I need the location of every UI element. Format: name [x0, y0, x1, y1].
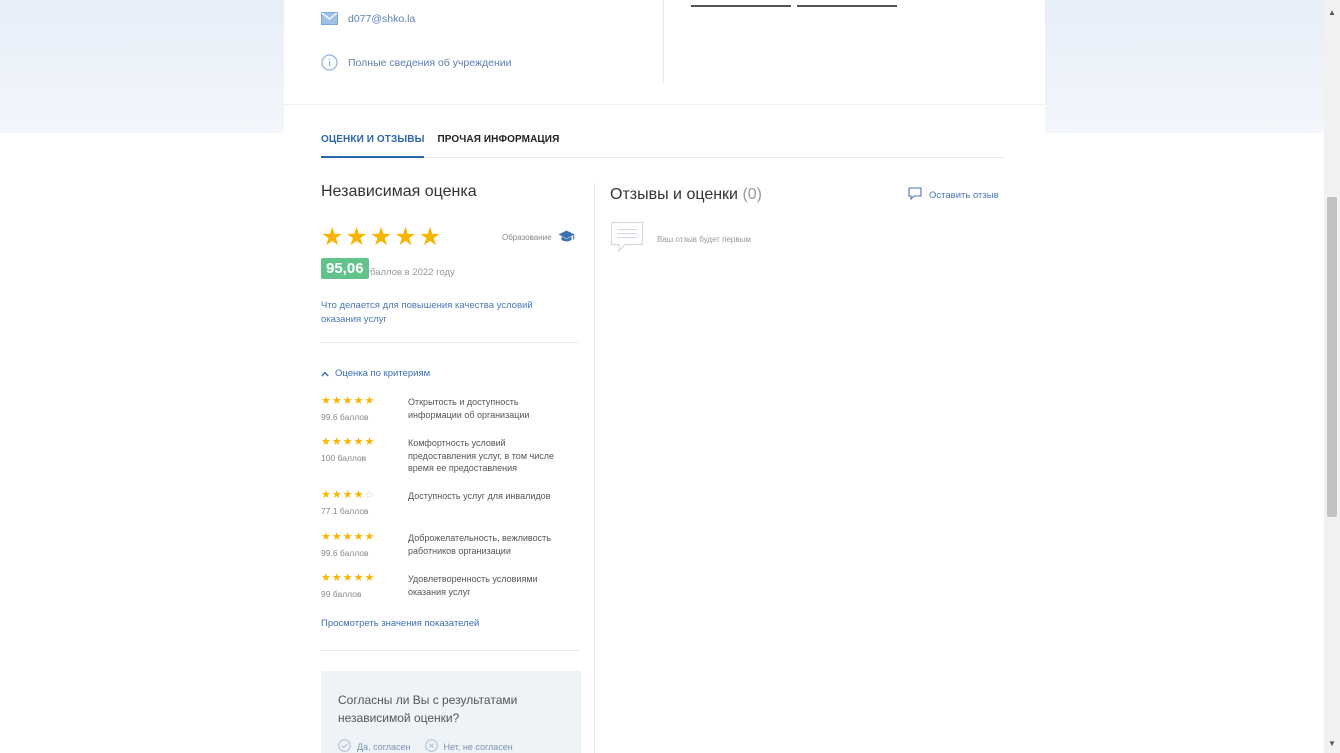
full-info-row[interactable]: Полные сведения об учреждении — [321, 54, 512, 71]
star-icon: ★ — [353, 489, 364, 501]
star-icon: ★ — [369, 223, 393, 251]
star-icon: ★ — [364, 395, 375, 407]
vertical-scrollbar[interactable]: ▲ ▼ — [1324, 0, 1340, 753]
agree-no-option[interactable]: Нет, не согласен — [424, 739, 513, 753]
check-circle-icon — [338, 739, 351, 753]
agree-no-label: Нет, не согласен — [443, 741, 513, 752]
star-icon: ★ — [342, 395, 353, 407]
criterion-stars: ★ ★ ★ ★ ★ — [321, 396, 374, 407]
agree-yes-option[interactable]: Да, согласен — [338, 739, 411, 753]
agree-options: Да, согласен Нет, не согласен — [338, 739, 513, 753]
criteria-toggle[interactable]: Оценка по критериям — [321, 368, 430, 379]
tab-other-info[interactable]: ПРОЧАЯ ИНФОРМАЦИЯ — [437, 133, 559, 158]
star-icon: ★ — [364, 572, 375, 584]
independent-rating-panel: Независимая оценка ★ ★ ★ ★ ★ Образование… — [321, 183, 581, 753]
scroll-up-arrow-icon[interactable]: ▲ — [1324, 5, 1340, 21]
divider — [321, 650, 579, 651]
full-info-link[interactable]: Полные сведения об учреждении — [348, 57, 512, 69]
star-icon: ★ — [321, 223, 344, 251]
criterion-points: 99 баллов — [321, 589, 362, 599]
star-icon: ★ — [321, 395, 331, 407]
agree-box: Согласны ли Вы с результатами независимо… — [321, 671, 581, 753]
cropped-map-edge — [691, 5, 897, 7]
star-icon: ★ — [321, 436, 331, 448]
graduation-cap-icon — [558, 230, 575, 245]
criterion-name: Доброжелательность, вежливость работнико… — [408, 533, 551, 556]
star-icon: ★ — [331, 436, 342, 448]
criteria-toggle-label: Оценка по критериям — [335, 368, 431, 379]
criterion-stars: ★ ★ ★ ★ ★ — [321, 437, 374, 448]
star-icon: ★ — [321, 489, 331, 501]
institution-page: d077@shko.la Полные сведения об учрежден… — [284, 0, 1045, 753]
star-icon: ★ — [353, 572, 364, 584]
agree-question: Согласны ли Вы с результатами независимо… — [338, 693, 518, 725]
score-badge: 95,06 — [321, 258, 369, 279]
criterion-points: 99.6 баллов — [321, 412, 369, 422]
star-icon: ★ — [353, 531, 364, 543]
star-icon: ★ — [331, 395, 342, 407]
category-label: Образование — [502, 230, 575, 245]
star-icon: ★ — [364, 531, 375, 543]
info-icon — [321, 54, 338, 71]
criterion-name: Комфортность условий предоставления услу… — [408, 438, 554, 473]
view-indicators-link[interactable]: Просмотреть значения показателей — [321, 618, 479, 629]
star-icon: ★ — [394, 223, 417, 251]
cross-circle-icon — [424, 739, 438, 753]
email-link[interactable]: d077@shko.la — [348, 13, 415, 25]
contact-column-divider — [663, 0, 664, 84]
star-icon: ★ — [342, 436, 353, 448]
quality-improvement-link[interactable]: Что делается для повышения качества усло… — [321, 299, 561, 327]
category-text: Образование — [502, 233, 552, 242]
criterion-name: Доступность услуг для инвалидов — [408, 491, 551, 501]
star-icon: ★ — [331, 572, 342, 584]
tab-bar: ОЦЕНКИ И ОТЗЫВЫ ПРОЧАЯ ИНФОРМАЦИЯ — [321, 133, 1005, 158]
email-row[interactable]: d077@shko.la — [321, 10, 415, 27]
scroll-down-arrow-icon[interactable]: ▼ — [1324, 736, 1340, 752]
scrollbar-thumb[interactable] — [1327, 197, 1337, 517]
column-divider — [594, 183, 595, 753]
overall-stars: ★ ★ ★ ★ ★ — [321, 225, 441, 250]
mail-icon — [321, 10, 338, 27]
star-icon: ★ — [353, 436, 364, 448]
criterion-stars: ★ ★ ★ ★ ☆ — [321, 490, 374, 501]
star-icon: ★ — [321, 572, 331, 584]
criterion-name: Удовлетворенность условиями оказания усл… — [408, 574, 538, 597]
criterion-points: 77.1 баллов — [321, 506, 369, 516]
header-divider — [284, 104, 1045, 105]
criterion-points: 99.6 баллов — [321, 548, 369, 558]
star-icon: ★ — [342, 572, 353, 584]
star-icon: ★ — [345, 223, 368, 251]
reviews-count: (0) — [742, 186, 763, 203]
agree-yes-label: Да, согласен — [357, 741, 411, 752]
star-icon: ★ — [364, 436, 375, 448]
divider — [321, 342, 579, 343]
empty-reviews-text: Ваш отзыв будет первым — [657, 235, 751, 244]
leave-review-label: Оставить отзыв — [929, 189, 999, 201]
criterion-name: Открытость и доступность информации об о… — [408, 397, 530, 420]
criterion-stars: ★ ★ ★ ★ ★ — [321, 532, 374, 543]
star-icon: ★ — [331, 531, 342, 543]
tab-ratings-reviews[interactable]: ОЦЕНКИ И ОТЗЫВЫ — [321, 133, 425, 158]
empty-star-icon: ☆ — [364, 489, 375, 501]
comment-icon — [908, 187, 922, 203]
score-year-note: баллов в 2022 году — [370, 267, 455, 278]
leave-review-button[interactable]: Оставить отзыв — [908, 187, 999, 203]
empty-reviews-placeholder: Ваш отзыв будет первым — [610, 221, 751, 258]
star-icon: ★ — [353, 395, 364, 407]
reviews-title: Отзывы и оценки (0) — [610, 186, 762, 204]
independent-rating-title: Независимая оценка — [321, 183, 477, 200]
star-icon: ★ — [331, 489, 342, 501]
star-icon: ★ — [321, 531, 331, 543]
criterion-stars: ★ ★ ★ ★ ★ — [321, 573, 374, 584]
criterion-points: 100 баллов — [321, 453, 367, 463]
chat-bubble-icon — [610, 221, 644, 258]
reviews-title-text: Отзывы и оценки — [610, 186, 738, 203]
star-icon: ★ — [342, 531, 353, 543]
star-icon: ★ — [418, 223, 442, 251]
chevron-up-icon — [321, 369, 329, 379]
star-icon: ★ — [342, 489, 353, 501]
